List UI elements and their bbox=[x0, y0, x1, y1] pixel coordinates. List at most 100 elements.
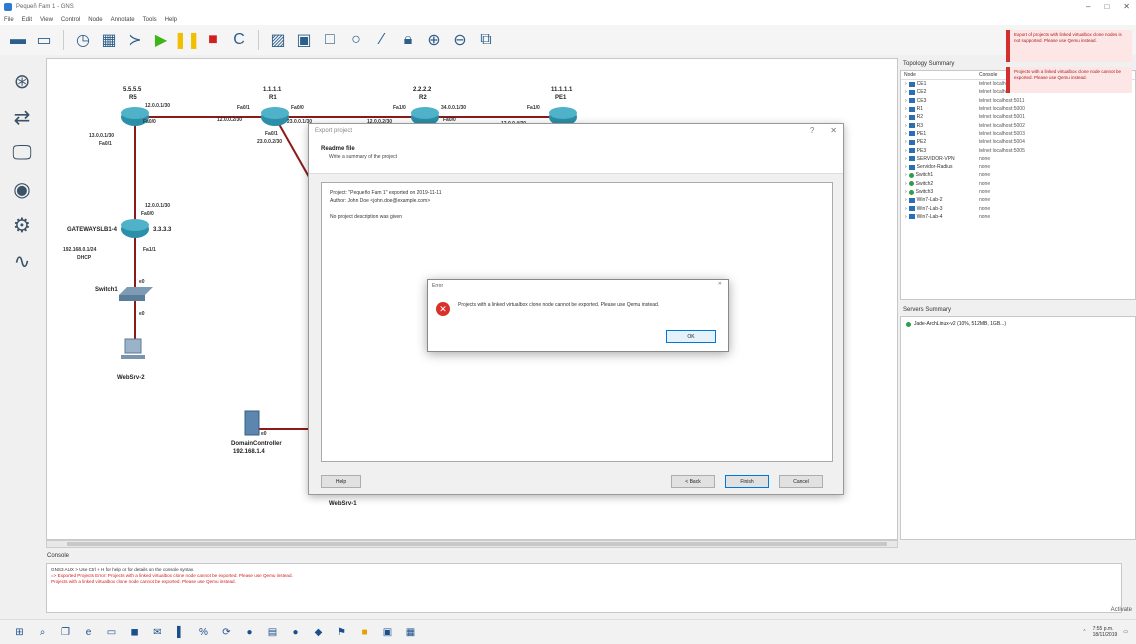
zoom-out-icon[interactable]: ⊖ bbox=[450, 30, 470, 50]
rectangle-icon[interactable]: □ bbox=[320, 30, 340, 50]
start-all-icon[interactable]: ▶ bbox=[151, 30, 171, 50]
router-r2[interactable]: 2.2.2.2 R2 bbox=[411, 87, 439, 126]
taskview-icon[interactable]: ❐ bbox=[60, 627, 71, 638]
edge-icon[interactable]: e bbox=[83, 627, 94, 638]
clock-icon[interactable]: ◷ bbox=[73, 30, 93, 50]
chevron-right-icon[interactable]: › bbox=[905, 172, 907, 178]
help-icon[interactable]: ? bbox=[810, 126, 814, 135]
ok-button[interactable]: OK bbox=[666, 330, 716, 343]
search-icon[interactable]: ⌕ bbox=[37, 627, 48, 638]
topology-row[interactable]: › PE2 telnet localhost:5004 bbox=[901, 138, 1135, 146]
menu-edit[interactable]: Edit bbox=[22, 17, 32, 23]
terminal-icon[interactable]: ▌ bbox=[175, 627, 186, 638]
chevron-right-icon[interactable]: › bbox=[905, 81, 907, 87]
topology-row[interactable]: › Switch3 none bbox=[901, 188, 1135, 196]
server-node[interactable]: DomainController 192.168.1.4 bbox=[231, 410, 282, 455]
terminal-icon[interactable]: ≻ bbox=[125, 30, 145, 50]
security-device-icon[interactable]: ◉ bbox=[9, 176, 35, 202]
add-link-icon[interactable]: ∿ bbox=[9, 248, 35, 274]
ellipse-icon[interactable]: ○ bbox=[346, 30, 366, 50]
console-all-icon[interactable]: ▦ bbox=[99, 30, 119, 50]
chevron-right-icon[interactable]: › bbox=[905, 164, 907, 170]
pc-node[interactable]: WebSrv-2 bbox=[117, 338, 145, 381]
topology-row[interactable]: › CE3 telnet localhost:5011 bbox=[901, 97, 1135, 105]
app3-icon[interactable]: ● bbox=[290, 627, 301, 638]
notifications-icon[interactable]: ▭ bbox=[1123, 629, 1128, 635]
topology-row[interactable]: › Switch1 none bbox=[901, 171, 1135, 179]
browser-icon[interactable]: ⟳ bbox=[221, 627, 232, 638]
chevron-right-icon[interactable]: › bbox=[905, 139, 907, 145]
store-icon[interactable]: ◼ bbox=[129, 627, 140, 638]
app8-icon[interactable]: ▦ bbox=[405, 627, 416, 638]
menu-file[interactable]: File bbox=[4, 17, 14, 23]
app6-icon[interactable]: ■ bbox=[359, 627, 370, 638]
lock-icon[interactable]: 🔒︎ bbox=[398, 30, 418, 50]
console-panel[interactable]: GNS3 AUX > Use Ctrl + H for help or for … bbox=[46, 563, 1122, 613]
zoom-in-icon[interactable]: ⊕ bbox=[424, 30, 444, 50]
screenshot-icon[interactable]: ▣ bbox=[294, 30, 314, 50]
chevron-right-icon[interactable]: › bbox=[905, 123, 907, 129]
chevron-right-icon[interactable]: › bbox=[905, 181, 907, 187]
chevron-right-icon[interactable]: › bbox=[905, 148, 907, 154]
chevron-right-icon[interactable]: › bbox=[905, 197, 907, 203]
back-button[interactable]: < Back bbox=[671, 475, 715, 488]
topology-row[interactable]: › Servidor-Radius none bbox=[901, 163, 1135, 171]
chevron-right-icon[interactable]: › bbox=[905, 89, 907, 95]
explorer-icon[interactable]: ▭ bbox=[106, 627, 117, 638]
topology-row[interactable]: › PE3 telnet localhost:5005 bbox=[901, 146, 1135, 154]
close-icon[interactable]: ✕ bbox=[830, 126, 837, 135]
chevron-right-icon[interactable]: › bbox=[905, 106, 907, 112]
menu-control[interactable]: Control bbox=[61, 17, 80, 23]
help-button[interactable]: Help bbox=[321, 475, 361, 488]
close-icon[interactable]: ✕ bbox=[1123, 2, 1130, 11]
topology-row[interactable]: › R3 telnet localhost:5002 bbox=[901, 121, 1135, 129]
chevron-right-icon[interactable]: › bbox=[905, 98, 907, 104]
menu-node[interactable]: Node bbox=[88, 17, 102, 23]
topology-row[interactable]: › SERVIDOR-VPN none bbox=[901, 155, 1135, 163]
chevron-right-icon[interactable]: › bbox=[905, 156, 907, 162]
menu-annotate[interactable]: Annotate bbox=[111, 17, 135, 23]
mail-icon[interactable]: ✉ bbox=[152, 627, 163, 638]
finish-button[interactable]: Finish bbox=[725, 475, 769, 488]
app-icon[interactable]: ● bbox=[244, 627, 255, 638]
snapshot-icon[interactable]: ▭ bbox=[34, 30, 54, 50]
minimize-icon[interactable]: – bbox=[1086, 2, 1090, 11]
notification-2[interactable]: Projects with a linked virtualbox clone … bbox=[1006, 67, 1132, 93]
menu-view[interactable]: View bbox=[40, 17, 53, 23]
folder-icon[interactable]: ▬ bbox=[8, 30, 28, 50]
app7-icon[interactable]: ▣ bbox=[382, 627, 393, 638]
app5-icon[interactable]: ⚑ bbox=[336, 627, 347, 638]
router-pe1[interactable]: 11.1.1.1 PE1 bbox=[549, 87, 577, 126]
chevron-right-icon[interactable]: › bbox=[905, 206, 907, 212]
menu-tools[interactable]: Tools bbox=[143, 17, 157, 23]
menu-help[interactable]: Help bbox=[165, 17, 177, 23]
end-device-icon[interactable]: 🖵︎ bbox=[9, 140, 35, 166]
topology-row[interactable]: › R2 telnet localhost:5001 bbox=[901, 113, 1135, 121]
app2-icon[interactable]: ▤ bbox=[267, 627, 278, 638]
gns3-icon[interactable]: % bbox=[198, 627, 209, 638]
start-icon[interactable]: ⊞ bbox=[14, 627, 25, 638]
annotate-icon[interactable]: ▨ bbox=[268, 30, 288, 50]
reload-all-icon[interactable]: C bbox=[229, 30, 249, 50]
scroll-thumb[interactable] bbox=[67, 542, 887, 546]
chevron-right-icon[interactable]: › bbox=[905, 114, 907, 120]
chevron-right-icon[interactable]: › bbox=[905, 131, 907, 137]
suspend-all-icon[interactable]: ❚❚ bbox=[174, 30, 201, 50]
close-icon[interactable]: ✕ bbox=[718, 281, 722, 287]
network-icon[interactable]: ⌃ bbox=[1082, 629, 1086, 635]
stop-all-icon[interactable]: ■ bbox=[203, 30, 223, 50]
maximize-icon[interactable]: □ bbox=[1104, 2, 1109, 11]
line-icon[interactable]: ∕ bbox=[372, 30, 392, 50]
canvas-hscrollbar[interactable] bbox=[46, 540, 898, 548]
notification-1[interactable]: Export of projects with linked virtualbo… bbox=[1006, 30, 1132, 62]
topology-row[interactable]: › Win7-Lab-3 none bbox=[901, 204, 1135, 212]
switch-icon[interactable]: ⇄ bbox=[9, 104, 35, 130]
switch-node[interactable]: Switch1 bbox=[95, 287, 153, 301]
topology-row[interactable]: › Win7-Lab-4 none bbox=[901, 213, 1135, 221]
chevron-right-icon[interactable]: › bbox=[905, 189, 907, 195]
chevron-right-icon[interactable]: › bbox=[905, 214, 907, 220]
clock-text[interactable]: 7:55 p.m. 18/11/2019 bbox=[1093, 626, 1118, 638]
cancel-button[interactable]: Cancel bbox=[779, 475, 823, 488]
topology-row[interactable]: › PE1 telnet localhost:5003 bbox=[901, 130, 1135, 138]
server-row[interactable]: Jade-ArchLinux-v2 (10%, 512MB, 1GB...) bbox=[901, 317, 1135, 331]
